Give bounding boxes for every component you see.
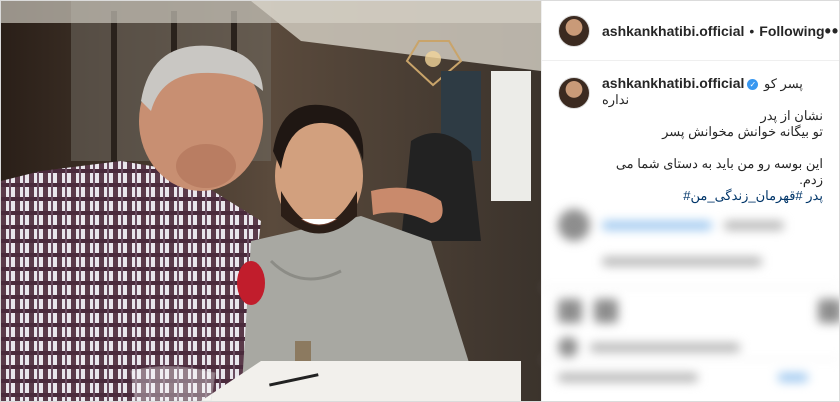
caption-line-2: نشان از پدر <box>760 108 823 123</box>
blurred-comment-input <box>558 373 808 382</box>
blurred-icon <box>558 299 582 323</box>
caption-line-4: این بوسه رو من باید به دستای شما می زدم. <box>615 156 823 187</box>
blurred-comments <box>542 197 839 401</box>
author-username[interactable]: ashkankhatibi.official <box>602 23 744 39</box>
post-photo-illustration <box>1 1 541 401</box>
blurred-text <box>602 220 712 230</box>
author-avatar[interactable] <box>558 14 590 47</box>
caption-body: ashkankhatibi.official ✓ پسر کو نداره نشا… <box>602 75 823 204</box>
blurred-icon <box>818 299 839 323</box>
caption-avatar[interactable] <box>558 77 590 109</box>
blurred-text <box>724 220 784 230</box>
blurred-icon <box>594 299 618 323</box>
blurred-text <box>590 342 740 352</box>
blurred-comment-row <box>602 257 762 266</box>
post-header: ashkankhatibi.official • Following ••• <box>542 1 839 61</box>
blurred-avatar <box>558 337 578 357</box>
blurred-text <box>602 257 762 266</box>
more-options-icon[interactable]: ••• <box>825 22 839 40</box>
post-side-panel: ashkankhatibi.official • Following ••• a… <box>541 1 839 401</box>
blurred-likes-row <box>558 337 740 357</box>
caption-username[interactable]: ashkankhatibi.official <box>602 75 744 91</box>
blurred-divider <box>542 287 839 288</box>
blurred-comment-row <box>558 209 784 241</box>
instagram-post: ashkankhatibi.official • Following ••• a… <box>0 0 840 402</box>
blurred-divider <box>542 359 839 360</box>
blurred-text <box>778 373 808 382</box>
post-photo[interactable] <box>1 1 541 401</box>
blurred-avatar <box>558 209 590 241</box>
post-caption: ashkankhatibi.official ✓ پسر کو نداره نشا… <box>542 61 839 204</box>
blurred-text <box>558 373 698 382</box>
header-separator: • <box>749 22 755 39</box>
verified-badge-icon: ✓ <box>747 79 759 91</box>
blurred-actions-row <box>558 299 839 323</box>
following-button[interactable]: Following <box>759 23 824 39</box>
caption-line-3: تو بیگانه خوانش مخوانش پسر <box>662 124 823 139</box>
